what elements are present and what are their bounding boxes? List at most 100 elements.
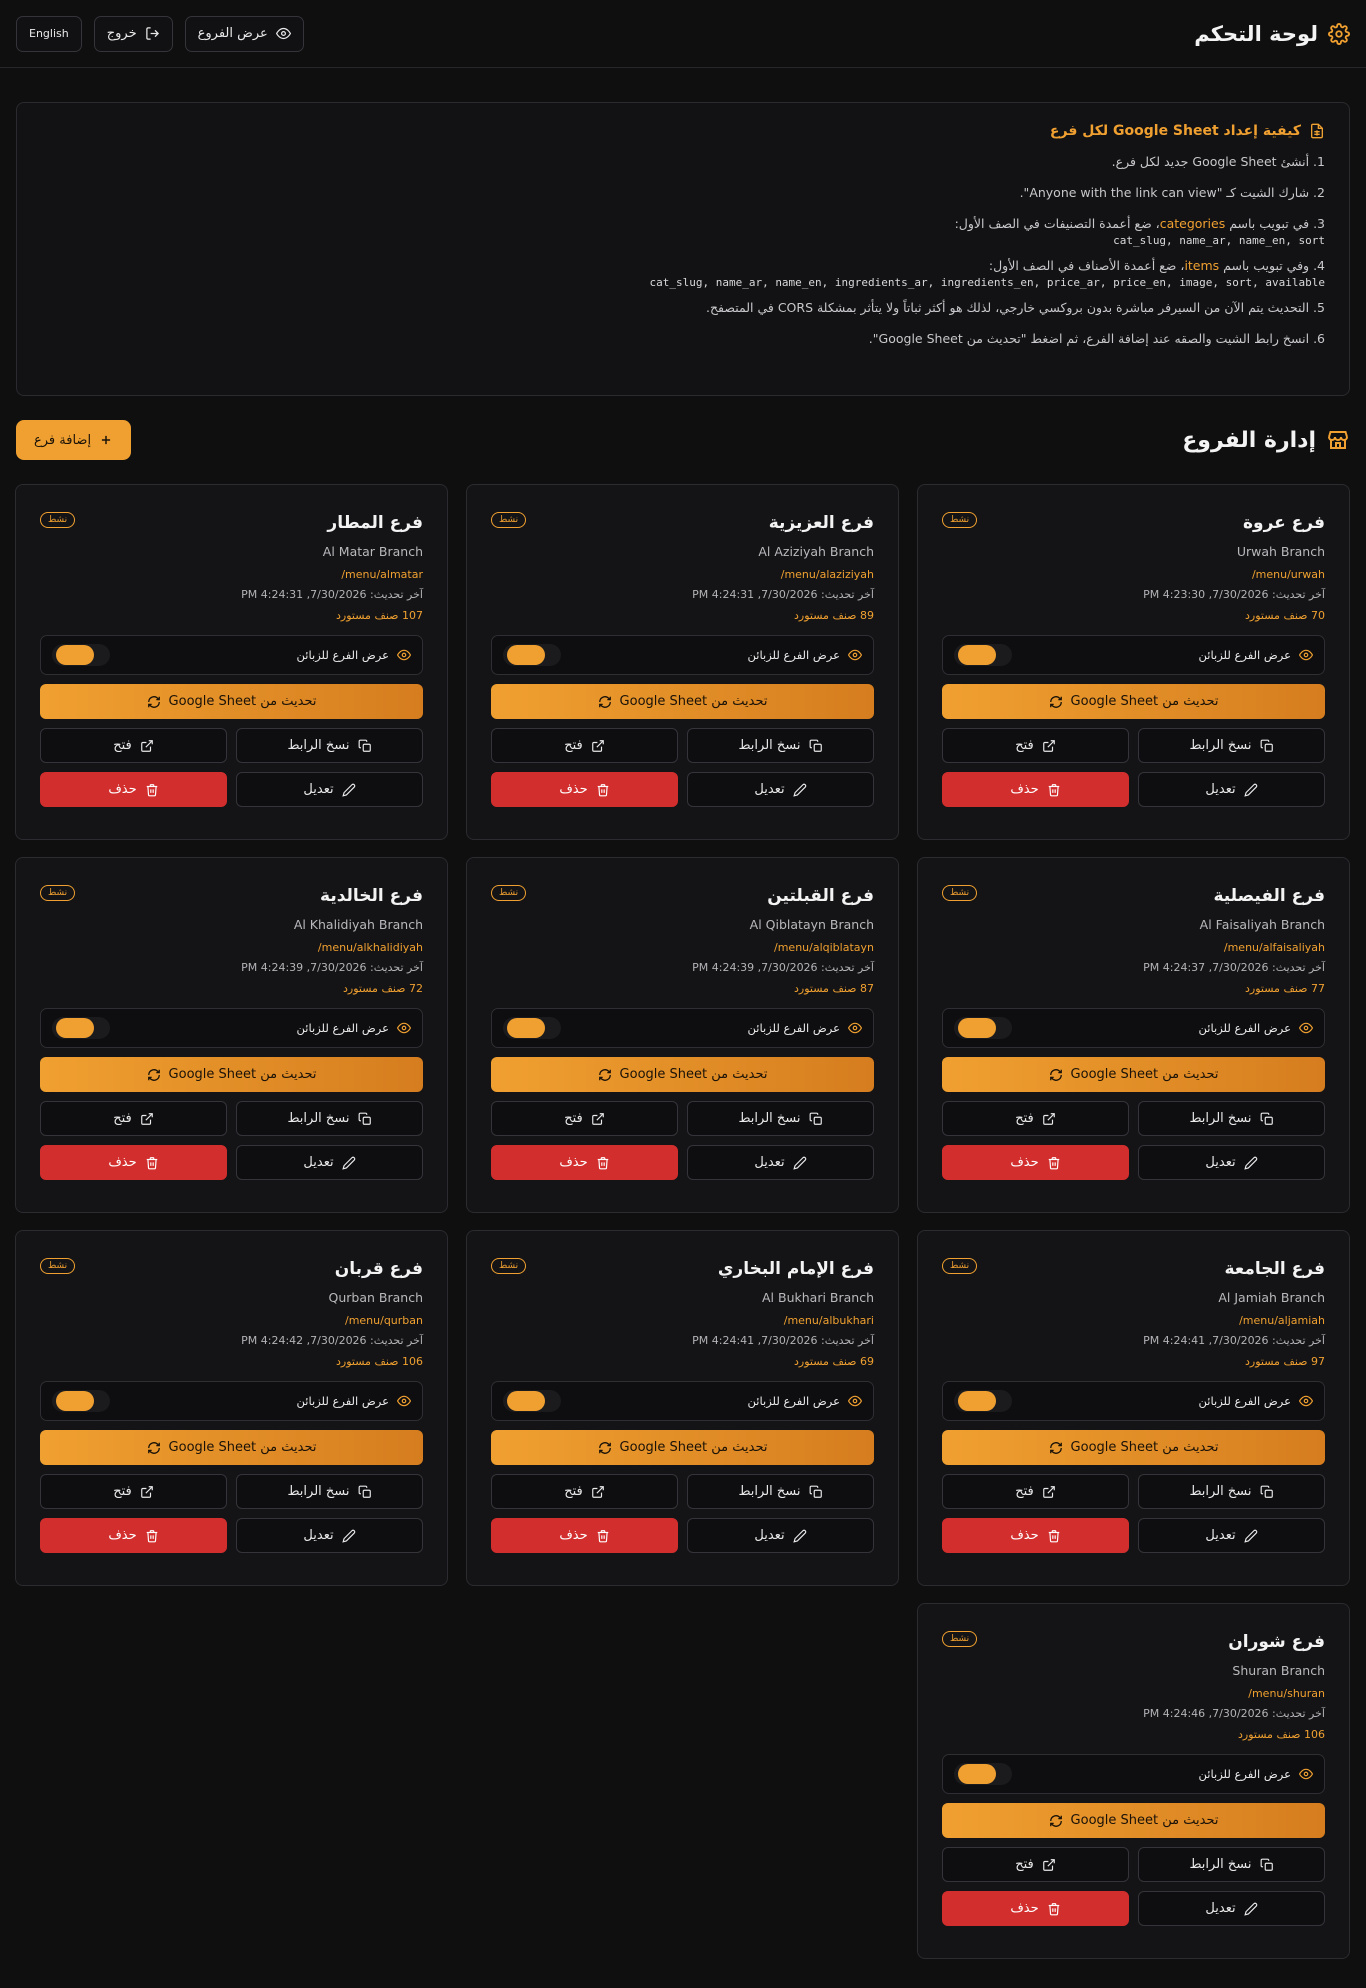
open-button[interactable]: فتح	[942, 728, 1129, 763]
toggle-knob	[507, 1391, 545, 1411]
branch-menu-path[interactable]: /menu/alqiblatayn	[491, 941, 874, 954]
copy-link-label: نسخ الرابط	[738, 1484, 801, 1499]
branch-menu-path[interactable]: /menu/shuran	[942, 1687, 1325, 1700]
refresh-icon	[1049, 695, 1063, 709]
instruction-step-5: 5. التحديث يتم الآن من السيرفر مباشرة بد…	[705, 300, 1325, 315]
open-button[interactable]: فتح	[942, 1474, 1129, 1509]
refresh-from-sheet-button[interactable]: تحديث من Google Sheet	[942, 1803, 1325, 1838]
refresh-from-sheet-button[interactable]: تحديث من Google Sheet	[942, 1057, 1325, 1092]
visibility-toggle[interactable]	[503, 644, 561, 666]
external-link-icon	[591, 1485, 605, 1499]
delete-button[interactable]: حذف	[40, 772, 227, 807]
delete-button[interactable]: حذف	[942, 1518, 1129, 1553]
copy-link-button[interactable]: نسخ الرابط	[236, 1101, 423, 1136]
delete-button[interactable]: حذف	[491, 1145, 678, 1180]
branch-menu-path[interactable]: /menu/almatar	[40, 568, 423, 581]
delete-button[interactable]: حذف	[942, 772, 1129, 807]
refresh-from-sheet-button[interactable]: تحديث من Google Sheet	[942, 1430, 1325, 1465]
branch-last-updated: آخر تحديث: 7/30/2026, 4:24:31 PM	[241, 588, 423, 601]
delete-button[interactable]: حذف	[40, 1145, 227, 1180]
edit-button[interactable]: تعديل	[236, 772, 423, 807]
refresh-from-sheet-button[interactable]: تحديث من Google Sheet	[491, 684, 874, 719]
refresh-from-sheet-button[interactable]: تحديث من Google Sheet	[491, 1057, 874, 1092]
open-button[interactable]: فتح	[491, 1101, 678, 1136]
refresh-label: تحديث من Google Sheet	[619, 1067, 768, 1082]
edit-button[interactable]: تعديل	[236, 1145, 423, 1180]
refresh-from-sheet-button[interactable]: تحديث من Google Sheet	[942, 684, 1325, 719]
add-branch-button[interactable]: إضافة فرع	[16, 420, 132, 460]
logout-button[interactable]: خروج	[93, 15, 173, 52]
copy-link-button[interactable]: نسخ الرابط	[1138, 728, 1325, 763]
refresh-icon	[1049, 1814, 1063, 1828]
refresh-from-sheet-button[interactable]: تحديث من Google Sheet	[40, 1430, 423, 1465]
branch-menu-path[interactable]: /menu/aljamiah	[942, 1314, 1325, 1327]
delete-button[interactable]: حذف	[491, 772, 678, 807]
instruction-step-6: 6. انسخ رابط الشيت والصقه عند إضافة الفر…	[868, 331, 1325, 346]
copy-link-button[interactable]: نسخ الرابط	[687, 1474, 874, 1509]
show-branches-button[interactable]: عرض الفروع	[184, 15, 304, 52]
open-button[interactable]: فتح	[40, 1101, 227, 1136]
open-label: فتح	[1015, 738, 1034, 753]
visibility-toggle[interactable]	[503, 1017, 561, 1039]
edit-button[interactable]: تعديل	[1138, 772, 1325, 807]
visibility-toggle[interactable]	[954, 1017, 1012, 1039]
refresh-icon	[598, 1068, 612, 1082]
status-badge: نشط	[942, 885, 978, 901]
copy-link-button[interactable]: نسخ الرابط	[1138, 1847, 1325, 1882]
edit-button[interactable]: تعديل	[236, 1518, 423, 1553]
open-button[interactable]: فتح	[40, 1474, 227, 1509]
copy-link-button[interactable]: نسخ الرابط	[687, 1101, 874, 1136]
copy-link-button[interactable]: نسخ الرابط	[236, 728, 423, 763]
branch-menu-path[interactable]: /menu/qurban	[40, 1314, 423, 1327]
copy-link-button[interactable]: نسخ الرابط	[236, 1474, 423, 1509]
open-button[interactable]: فتح	[491, 728, 678, 763]
refresh-from-sheet-button[interactable]: تحديث من Google Sheet	[40, 684, 423, 719]
branch-menu-path[interactable]: /menu/albukhari	[491, 1314, 874, 1327]
copy-link-button[interactable]: نسخ الرابط	[687, 728, 874, 763]
visibility-toggle[interactable]	[954, 1390, 1012, 1412]
edit-button[interactable]: تعديل	[1138, 1518, 1325, 1553]
sheet-setup-instructions: كيفية إعداد Google Sheet لكل فرع 1. أنشئ…	[16, 102, 1350, 396]
open-button[interactable]: فتح	[942, 1101, 1129, 1136]
visibility-label: عرض الفرع للزبائن	[296, 648, 389, 662]
branch-menu-path[interactable]: /menu/alfaisaliyah	[942, 941, 1325, 954]
visibility-toggle[interactable]	[954, 644, 1012, 666]
visibility-toggle[interactable]	[52, 1017, 110, 1039]
delete-button[interactable]: حذف	[942, 1145, 1129, 1180]
visibility-row: عرض الفرع للزبائن	[491, 1381, 874, 1421]
branch-menu-path[interactable]: /menu/alaziziyah	[491, 568, 874, 581]
pencil-icon	[792, 783, 807, 797]
edit-button[interactable]: تعديل	[687, 1518, 874, 1553]
language-button[interactable]: English	[16, 15, 82, 52]
open-button[interactable]: فتح	[491, 1474, 678, 1509]
branch-menu-path[interactable]: /menu/urwah	[942, 568, 1325, 581]
refresh-from-sheet-button[interactable]: تحديث من Google Sheet	[40, 1057, 423, 1092]
branch-last-updated: آخر تحديث: 7/30/2026, 4:24:31 PM	[692, 588, 874, 601]
visibility-toggle[interactable]	[52, 644, 110, 666]
pencil-icon	[1243, 783, 1258, 797]
delete-button[interactable]: حذف	[491, 1518, 678, 1553]
visibility-toggle[interactable]	[954, 1763, 1012, 1785]
refresh-from-sheet-button[interactable]: تحديث من Google Sheet	[491, 1430, 874, 1465]
branch-card: فرع الفيصلية نشط Al Faisaliyah Branch /m…	[917, 857, 1350, 1213]
open-label: فتح	[564, 1484, 583, 1499]
visibility-toggle[interactable]	[52, 1390, 110, 1412]
refresh-icon	[598, 695, 612, 709]
brand: لوحة التحكم	[1194, 22, 1350, 46]
branch-last-updated: آخر تحديث: 7/30/2026, 4:24:41 PM	[1143, 1334, 1325, 1347]
open-button[interactable]: فتح	[942, 1847, 1129, 1882]
copy-link-button[interactable]: نسخ الرابط	[1138, 1101, 1325, 1136]
copy-icon	[1260, 1112, 1274, 1126]
open-button[interactable]: فتح	[40, 728, 227, 763]
copy-link-button[interactable]: نسخ الرابط	[1138, 1474, 1325, 1509]
edit-button[interactable]: تعديل	[1138, 1891, 1325, 1926]
visibility-toggle[interactable]	[503, 1390, 561, 1412]
branch-menu-path[interactable]: /menu/alkhalidiyah	[40, 941, 423, 954]
trash-icon	[1047, 783, 1061, 797]
delete-button[interactable]: حذف	[942, 1891, 1129, 1926]
edit-button[interactable]: تعديل	[1138, 1145, 1325, 1180]
delete-button[interactable]: حذف	[40, 1518, 227, 1553]
edit-button[interactable]: تعديل	[687, 1145, 874, 1180]
edit-button[interactable]: تعديل	[687, 772, 874, 807]
open-label: فتح	[564, 738, 583, 753]
